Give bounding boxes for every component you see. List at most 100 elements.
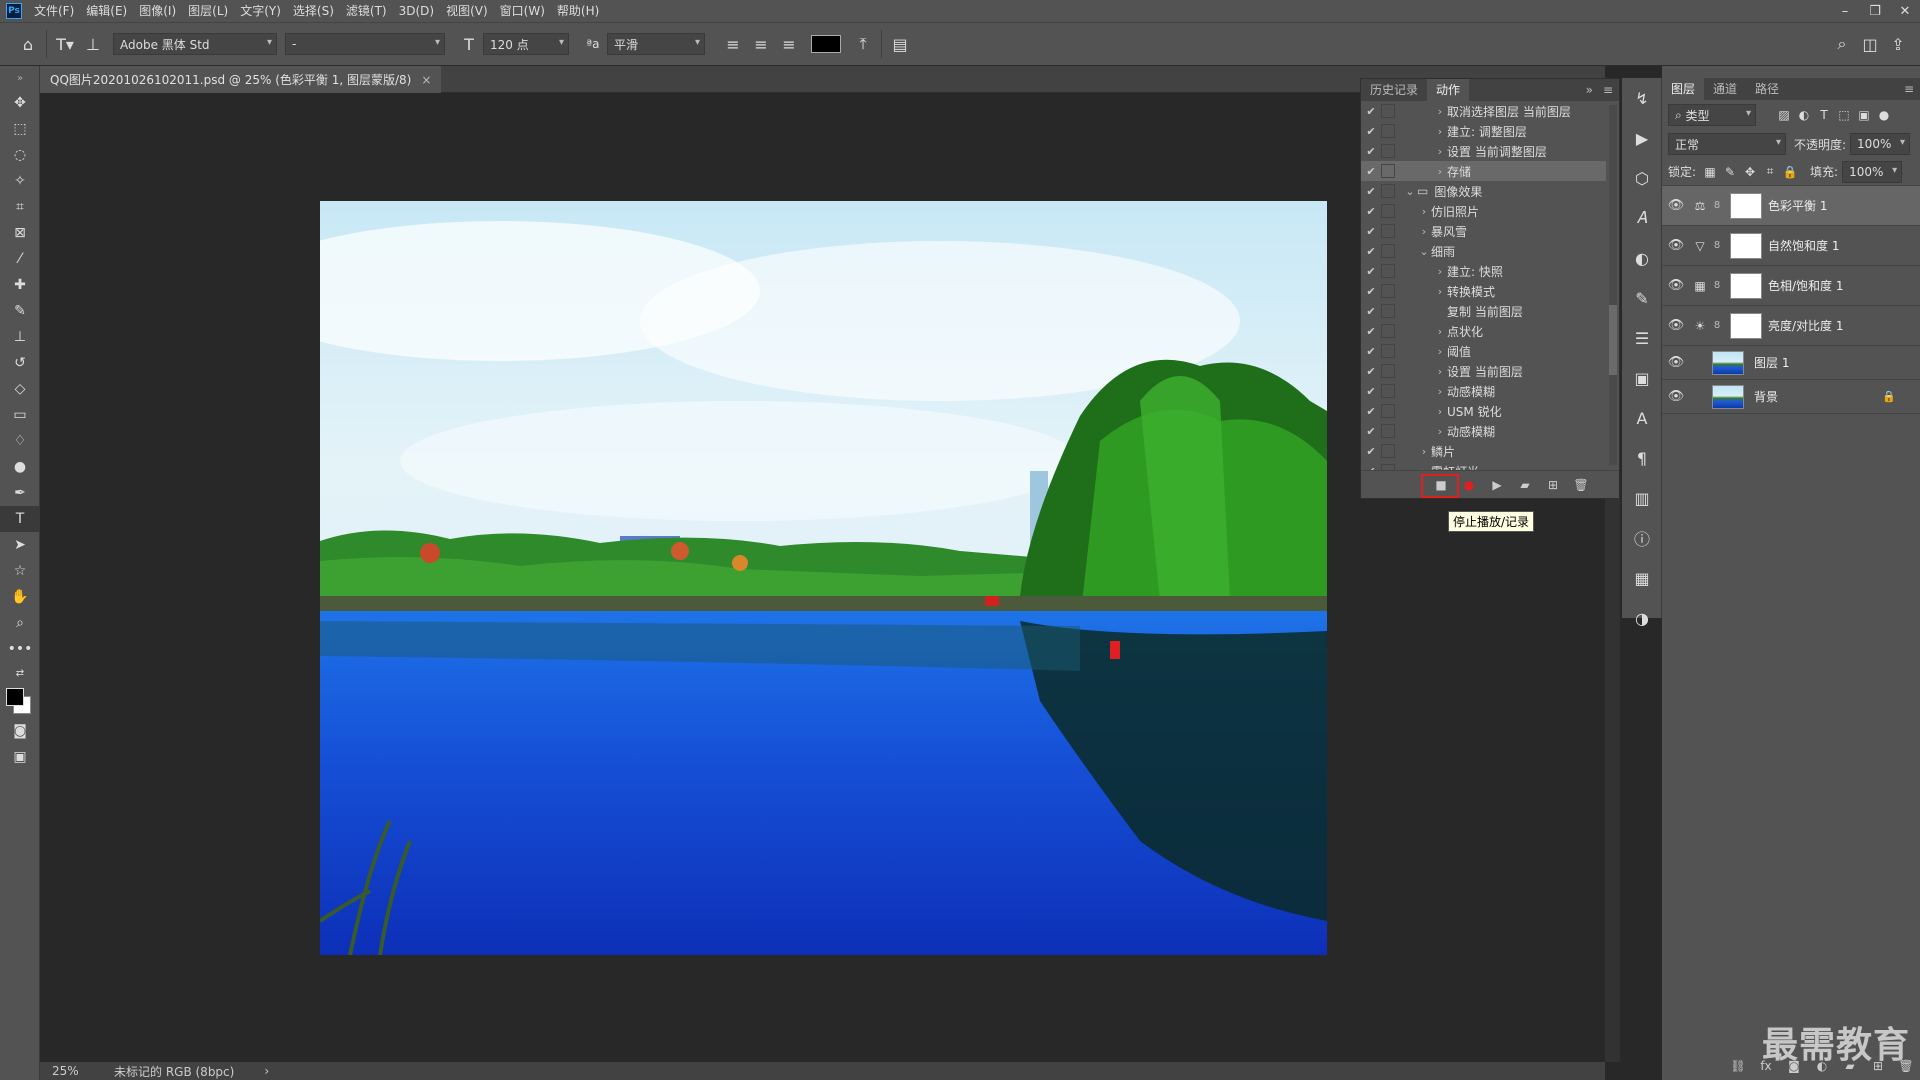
layer-mask-thumbnail[interactable] (1730, 232, 1762, 259)
paragraph-panel-icon[interactable]: ¶ (1622, 438, 1662, 478)
font-style-select[interactable]: - ▾ (285, 33, 445, 55)
fill-input[interactable]: 100% ▾ (1842, 160, 1903, 183)
font-family-select[interactable]: Adobe 黑体 Std ▾ (113, 33, 277, 55)
layer-row[interactable]: 👁 ▽ 8 自然饱和度 1 (1662, 226, 1920, 266)
filter-adjustment-icon[interactable]: ◐ (1794, 108, 1814, 122)
mask-link-icon[interactable]: 8 (1710, 280, 1724, 291)
actions-panel-icon[interactable]: ▶ (1622, 118, 1662, 158)
align-center-icon[interactable]: ≡ (747, 30, 775, 58)
filter-shape-icon[interactable]: ⬚ (1834, 108, 1854, 122)
menu-layer[interactable]: 图层(L) (182, 0, 234, 22)
collapse-icon[interactable]: » (0, 66, 40, 90)
action-row[interactable]: ✔ › 点状化 (1361, 321, 1606, 341)
hand-tool-icon[interactable]: ✋ (0, 584, 40, 610)
glyphs-panel-icon[interactable]: 𝐴 (1622, 198, 1662, 238)
dialog-toggle-box[interactable] (1381, 264, 1395, 278)
canvas-image[interactable] (320, 201, 1327, 955)
expand-arrow-icon[interactable]: ⌄ (1403, 185, 1417, 198)
status-arrow-icon[interactable]: › (234, 1064, 269, 1078)
dialog-toggle-box[interactable] (1381, 444, 1395, 458)
layer-mask-thumbnail[interactable] (1730, 192, 1762, 219)
action-row[interactable]: ✔ › 建立: 快照 (1361, 261, 1606, 281)
menu-select[interactable]: 选择(S) (287, 0, 340, 22)
scrollbar-thumb[interactable] (1609, 305, 1617, 375)
expand-arrow-icon[interactable]: › (1417, 225, 1431, 238)
action-row[interactable]: ✔ › 转换模式 (1361, 281, 1606, 301)
more-tools-icon[interactable]: ••• (0, 636, 40, 662)
check-icon[interactable]: ✔ (1361, 105, 1381, 118)
action-row[interactable]: ✔ › 动感模糊 (1361, 381, 1606, 401)
expand-icon[interactable]: » (1582, 79, 1597, 101)
character-panel-icon[interactable]: ▤ (886, 30, 914, 58)
tab-paths[interactable]: 路径 (1746, 78, 1788, 100)
check-icon[interactable]: ✔ (1361, 265, 1381, 278)
visibility-eye-icon[interactable]: 👁 (1662, 278, 1690, 293)
lock-all-icon[interactable]: 🔒 (1780, 165, 1800, 179)
action-row[interactable]: ✔ › 设置 当前调整图层 (1361, 141, 1606, 161)
share-icon[interactable]: ⇪ (1884, 30, 1912, 58)
check-icon[interactable]: ✔ (1361, 365, 1381, 378)
panel-menu-icon[interactable]: ≡ (1597, 79, 1619, 101)
expand-arrow-icon[interactable]: › (1433, 425, 1447, 438)
lock-artboard-icon[interactable]: ⌗ (1760, 164, 1780, 179)
path-selection-tool-icon[interactable]: ➤ (0, 532, 40, 558)
layer-row[interactable]: 👁 背景 🔒 (1662, 380, 1920, 414)
tab-channels[interactable]: 通道 (1704, 78, 1746, 100)
action-row[interactable]: ✔ › 暴风雪 (1361, 221, 1606, 241)
layer-row[interactable]: 👁 ▦ 8 色相/饱和度 1 (1662, 266, 1920, 306)
home-icon[interactable]: ⌂ (14, 30, 42, 58)
gradient-tool-icon[interactable]: ▭ (0, 402, 40, 428)
menu-window[interactable]: 窗口(W) (494, 0, 551, 22)
dialog-toggle-box[interactable] (1381, 344, 1395, 358)
expand-arrow-icon[interactable]: › (1417, 445, 1431, 458)
visibility-eye-icon[interactable]: 👁 (1662, 389, 1690, 404)
expand-arrow-icon[interactable]: › (1433, 105, 1447, 118)
layer-mask-thumbnail[interactable] (1730, 312, 1762, 339)
actions-scrollbar[interactable] (1609, 105, 1617, 465)
mask-link-icon[interactable]: 8 (1710, 240, 1724, 251)
filter-pixel-icon[interactable]: ▨ (1774, 108, 1794, 122)
brush-tool-icon[interactable]: ✎ (0, 298, 40, 324)
filter-smart-object-icon[interactable]: ▣ (1854, 108, 1874, 122)
layer-row[interactable]: 👁 ☀ 8 亮度/对比度 1 (1662, 306, 1920, 346)
layer-row[interactable]: 👁 ⚖ 8 色彩平衡 1 (1662, 186, 1920, 226)
dialog-toggle-box[interactable] (1381, 104, 1395, 118)
menu-filter[interactable]: 滤镜(T) (340, 0, 393, 22)
dodge-tool-icon[interactable]: ● (0, 454, 40, 480)
action-row[interactable]: ✔ ⌄ 细雨 (1361, 241, 1606, 261)
dialog-toggle-box[interactable] (1381, 184, 1395, 198)
menu-file[interactable]: 文件(F) (28, 0, 80, 22)
foreground-color-swatch[interactable] (6, 688, 24, 706)
text-color-swatch[interactable] (811, 35, 841, 53)
swap-colors-icon[interactable]: ⇄ (0, 662, 40, 684)
action-row[interactable]: ✔ › 动感模糊 (1361, 421, 1606, 441)
layer-thumbnail[interactable] (1712, 384, 1744, 409)
font-size-select[interactable]: 120 点 ▾ (483, 33, 569, 55)
align-right-icon[interactable]: ≡ (775, 30, 803, 58)
tab-actions[interactable]: 动作 (1427, 79, 1470, 101)
lasso-tool-icon[interactable]: ◌ (0, 142, 40, 168)
check-icon[interactable]: ✔ (1361, 425, 1381, 438)
screen-mode-icon[interactable]: ▣ (0, 744, 40, 770)
lock-transparent-icon[interactable]: ▦ (1700, 165, 1720, 179)
crop-tool-icon[interactable]: ⌗ (0, 194, 40, 220)
adjustments-panel-icon[interactable]: ◐ (1622, 238, 1662, 278)
check-icon[interactable]: ✔ (1361, 185, 1381, 198)
expand-arrow-icon[interactable]: › (1433, 385, 1447, 398)
menu-help[interactable]: 帮助(H) (551, 0, 605, 22)
warp-text-icon[interactable]: ⤒ (849, 30, 877, 58)
dialog-toggle-box[interactable] (1381, 424, 1395, 438)
dialog-toggle-box[interactable] (1381, 204, 1395, 218)
visibility-eye-icon[interactable]: 👁 (1662, 355, 1690, 370)
filter-type-icon[interactable]: T (1814, 108, 1834, 122)
layer-thumbnail[interactable] (1712, 350, 1744, 375)
action-row[interactable]: ✔ ⌄ ▭ 图像效果 (1361, 181, 1606, 201)
menu-edit[interactable]: 编辑(E) (80, 0, 133, 22)
link-layers-icon[interactable]: ⛓ (1724, 1055, 1752, 1077)
marquee-tool-icon[interactable]: ⬚ (0, 116, 40, 142)
dialog-toggle-box[interactable] (1381, 304, 1395, 318)
pen-tool-icon[interactable]: ✒ (0, 480, 40, 506)
zoom-level[interactable]: 25% (40, 1064, 110, 1078)
visibility-eye-icon[interactable]: 👁 (1662, 198, 1690, 213)
frame-tool-icon[interactable]: ⊠ (0, 220, 40, 246)
